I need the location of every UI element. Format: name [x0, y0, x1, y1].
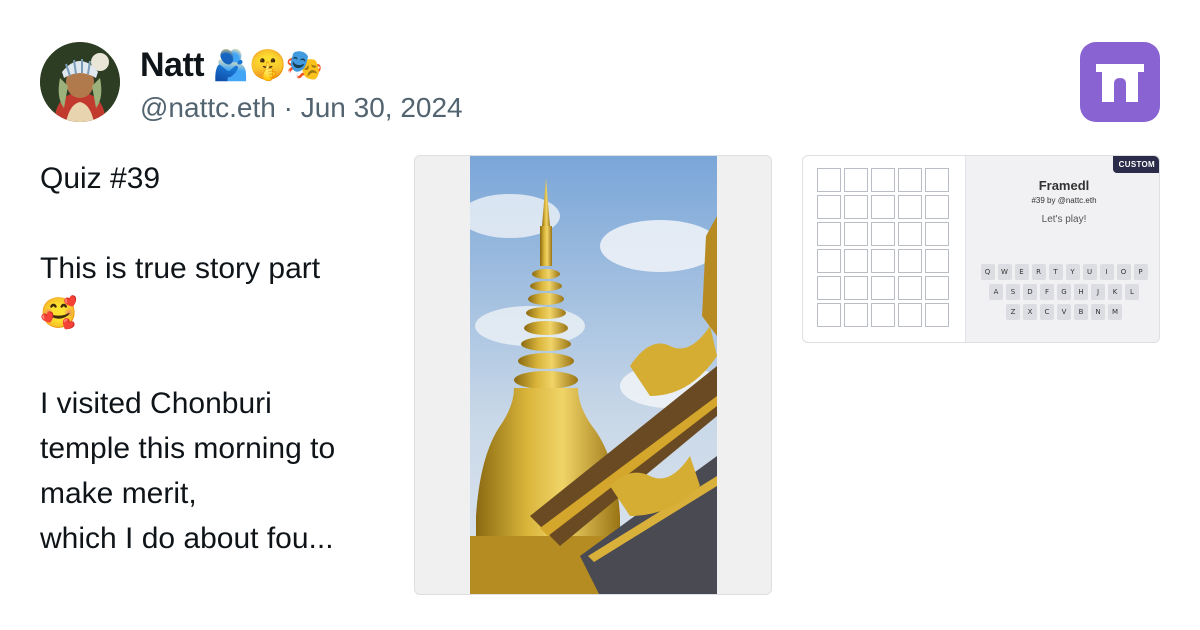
post-line: which I do about fou... — [40, 522, 334, 555]
grid-cell — [925, 168, 949, 192]
grid-cell — [817, 249, 841, 273]
grid-cell — [817, 168, 841, 192]
post-line — [40, 201, 400, 246]
framedl-panel: CUSTOM Framedl #39 by @nattc.eth Let's p… — [965, 156, 1159, 342]
grid-cell — [817, 195, 841, 219]
grid-cell — [871, 222, 895, 246]
grid-cell — [844, 303, 868, 327]
framedl-subtitle: #39 by @nattc.eth — [1031, 196, 1097, 205]
key[interactable]: G — [1057, 284, 1071, 300]
grid-cell — [817, 303, 841, 327]
grid-cell — [817, 276, 841, 300]
grid-cell — [898, 303, 922, 327]
grid-cell — [871, 276, 895, 300]
grid-cell — [844, 195, 868, 219]
key[interactable]: B — [1074, 304, 1088, 320]
grid-cell — [925, 195, 949, 219]
key[interactable]: D — [1023, 284, 1037, 300]
key[interactable]: A — [989, 284, 1003, 300]
framedl-cta[interactable]: Let's play! — [966, 214, 1159, 225]
grid-cell — [871, 249, 895, 273]
avatar-image — [40, 42, 120, 122]
grid-cell — [871, 303, 895, 327]
key[interactable]: P — [1133, 264, 1148, 280]
framedl-embed[interactable]: CUSTOM Framedl #39 by @nattc.eth Let's p… — [802, 155, 1160, 343]
grid-cell — [898, 195, 922, 219]
author-name-row[interactable]: Natt 🫂🤫🎭 — [140, 46, 323, 85]
key[interactable]: V — [1057, 304, 1071, 320]
grid-cell — [925, 222, 949, 246]
grid-cell — [898, 222, 922, 246]
keyboard: Q W E R T Y U I O P A S D F G H J K L Z … — [966, 264, 1159, 320]
post-line: make merit, — [40, 477, 197, 510]
avatar[interactable] — [40, 42, 120, 122]
grid-cell — [844, 276, 868, 300]
grid-cell — [925, 303, 949, 327]
grid-cell — [898, 249, 922, 273]
key[interactable]: T — [1048, 264, 1063, 280]
post-line: This is true story part — [40, 252, 321, 285]
photo-embed[interactable] — [414, 155, 772, 595]
custom-badge: CUSTOM — [1112, 156, 1159, 173]
post-line: temple this morning to — [40, 432, 336, 465]
key[interactable]: S — [1006, 284, 1020, 300]
author-emoji: 🫂🤫🎭 — [212, 48, 323, 83]
key[interactable]: O — [1116, 264, 1131, 280]
key[interactable]: I — [1099, 264, 1114, 280]
key[interactable]: Y — [1065, 264, 1080, 280]
key[interactable]: N — [1091, 304, 1105, 320]
grid-cell — [844, 168, 868, 192]
key[interactable]: R — [1031, 264, 1046, 280]
key[interactable]: F — [1040, 284, 1054, 300]
guess-grid — [817, 168, 949, 327]
grid-cell — [844, 249, 868, 273]
post-text: Quiz #39 This is true story part 🥰 I vis… — [40, 156, 400, 561]
keyboard-row: Q W E R T Y U I O P — [980, 264, 1148, 280]
post-line: I visited Chonburi — [40, 387, 272, 420]
key[interactable]: M — [1108, 304, 1122, 320]
grid-cell — [844, 222, 868, 246]
grid-cell — [817, 222, 841, 246]
keyboard-row: Z X C V B N M — [1006, 304, 1122, 320]
author-handle-date[interactable]: @nattc.eth · Jun 30, 2024 — [140, 92, 463, 124]
key[interactable]: Q — [980, 264, 995, 280]
temple-photo[interactable] — [470, 156, 717, 594]
key[interactable]: J — [1091, 284, 1105, 300]
post-line — [40, 336, 400, 381]
key[interactable]: U — [1082, 264, 1097, 280]
grid-cell — [898, 276, 922, 300]
key[interactable]: E — [1014, 264, 1029, 280]
key[interactable]: H — [1074, 284, 1088, 300]
key[interactable]: W — [997, 264, 1012, 280]
keyboard-row: A S D F G H J K L — [989, 284, 1139, 300]
post-line: 🥰 — [40, 297, 78, 330]
grid-cell — [925, 249, 949, 273]
grid-cell — [925, 276, 949, 300]
key[interactable]: K — [1108, 284, 1122, 300]
grid-cell — [898, 168, 922, 192]
key[interactable]: X — [1023, 304, 1037, 320]
grid-cell — [871, 195, 895, 219]
arch-logo-icon[interactable] — [1080, 42, 1160, 122]
key[interactable]: C — [1040, 304, 1054, 320]
framedl-title: Framedl — [1038, 178, 1090, 193]
key[interactable]: L — [1125, 284, 1139, 300]
grid-cell — [871, 168, 895, 192]
post-line: Quiz #39 — [40, 162, 161, 195]
key[interactable]: Z — [1006, 304, 1020, 320]
author-name[interactable]: Natt — [140, 46, 205, 85]
